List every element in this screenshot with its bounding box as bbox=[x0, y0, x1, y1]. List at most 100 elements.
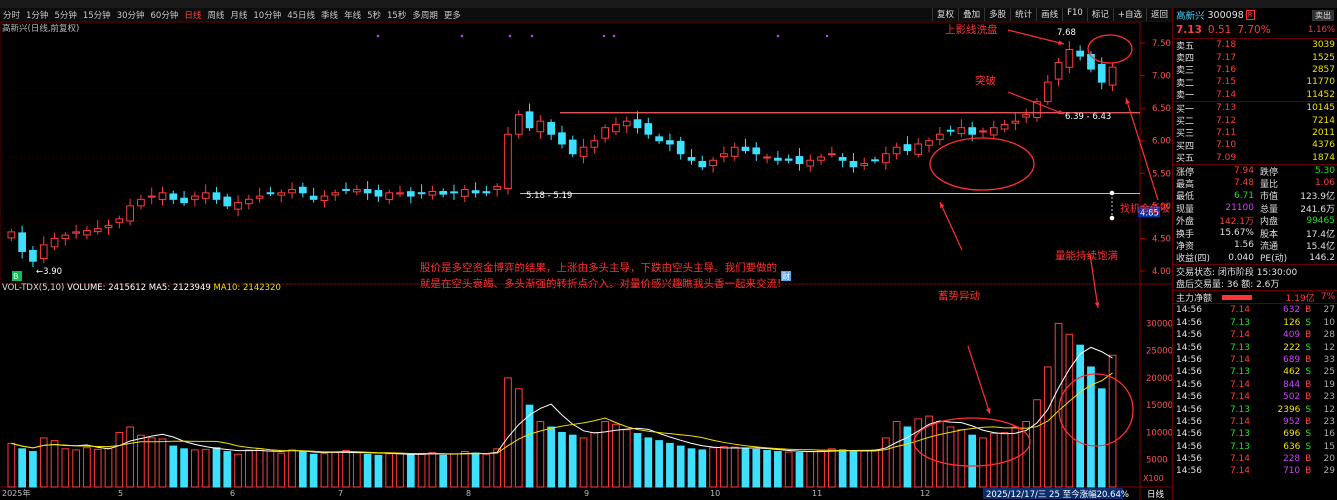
low-price-label: ←3.90 bbox=[36, 267, 62, 277]
volume-axis-label: 5000 bbox=[1146, 456, 1168, 466]
period-tab-0[interactable]: 分时 bbox=[0, 9, 23, 21]
candle-body bbox=[612, 123, 620, 133]
candle-body bbox=[601, 127, 609, 139]
candle-body bbox=[385, 192, 394, 200]
volume-bar bbox=[352, 452, 361, 488]
stat-label: 收益(四) bbox=[1176, 254, 1211, 265]
bid-volume: 10145 bbox=[1306, 103, 1335, 114]
candle-body bbox=[989, 127, 998, 136]
period-tab-8[interactable]: 月线 bbox=[227, 9, 250, 21]
candle-body bbox=[838, 157, 847, 161]
candle-body bbox=[396, 192, 404, 195]
candle-body bbox=[147, 195, 156, 198]
stock-name: 高新兴 bbox=[1176, 11, 1205, 22]
vol-ma10: MA10: 2142320 bbox=[213, 283, 281, 293]
sell-button[interactable]: 卖出 bbox=[1312, 9, 1334, 21]
stats-row: 外盘 142.1万 内盘 99465 bbox=[1173, 214, 1337, 228]
period-tab-7[interactable]: 周线 bbox=[204, 9, 227, 21]
tick-price: 7.14 bbox=[1229, 416, 1250, 427]
period-tab-15[interactable]: 多周期 bbox=[409, 9, 441, 21]
period-tab-6[interactable]: 日线 bbox=[181, 9, 204, 21]
volume-bar bbox=[784, 451, 793, 488]
candle-body bbox=[331, 192, 340, 196]
bid-price: 7.10 bbox=[1216, 140, 1237, 151]
candle-body bbox=[881, 153, 890, 164]
stat-value: 7.48 bbox=[1233, 178, 1254, 189]
tool-button-5[interactable]: F10 bbox=[1062, 8, 1087, 21]
tick-side: S bbox=[1305, 429, 1312, 440]
period-tab-12[interactable]: 年线 bbox=[341, 9, 364, 21]
bid-label: 买四 bbox=[1176, 141, 1195, 152]
tool-button-2[interactable]: 多股 bbox=[984, 8, 1010, 21]
ask-row: 卖三 7.16 2857 bbox=[1173, 64, 1337, 77]
candle-body bbox=[298, 186, 307, 194]
event-dot bbox=[460, 34, 464, 38]
arrow-vol-full-head bbox=[1094, 302, 1100, 308]
tool-buttons: 复权 叠加 多股 统计 画线 F10 标记 +自选 返回 bbox=[932, 8, 1172, 21]
candle-body bbox=[514, 114, 523, 135]
trade-state-text: 交易状态: 闭市阶段 15:30:00 bbox=[1176, 267, 1298, 278]
volume-unit: X100 bbox=[1143, 474, 1164, 483]
stat-label: 最高 bbox=[1176, 180, 1195, 190]
stats-row: 收益(四) 0.040 PE(动) 146.2 bbox=[1173, 252, 1337, 265]
month-tick: 10 bbox=[710, 489, 720, 498]
candle-body bbox=[1022, 114, 1031, 118]
price-axis-label: 7.00 bbox=[1152, 72, 1171, 82]
volume-axis-label: 25000 bbox=[1146, 347, 1172, 357]
r-tag: R bbox=[1245, 10, 1255, 20]
volume-bar bbox=[741, 448, 750, 488]
candle-body bbox=[806, 159, 815, 167]
ask-row: 卖一 7.14 11452 bbox=[1173, 89, 1337, 102]
tick-row: 14:56 7.14 710 B 29 bbox=[1173, 465, 1337, 477]
tool-button-4[interactable]: 画线 bbox=[1036, 8, 1062, 21]
volume-bar bbox=[676, 445, 685, 488]
volume-indicator-info: VOL-TDX(5,10) VOLUME: 2415612 MA5: 21239… bbox=[2, 283, 281, 293]
bid-row: 买三 7.11 2011 bbox=[1173, 127, 1337, 140]
volume-bar bbox=[191, 449, 199, 488]
tick-time: 14:56 bbox=[1176, 441, 1202, 452]
tool-button-3[interactable]: 统计 bbox=[1010, 8, 1036, 21]
date-label: 2025/12/17/三 25 至今涨幅20.64% bbox=[986, 489, 1129, 500]
candle-body bbox=[191, 195, 199, 200]
period-tab-2[interactable]: 5分钟 bbox=[51, 9, 79, 21]
candle-body bbox=[158, 192, 167, 200]
candle-body bbox=[417, 192, 426, 195]
guide-dot-top bbox=[1109, 190, 1115, 196]
volume-bar bbox=[396, 452, 404, 488]
candle-body bbox=[126, 205, 134, 222]
tick-row: 14:56 7.14 952 B 23 bbox=[1173, 416, 1337, 428]
tool-button-8[interactable]: 返回 bbox=[1145, 8, 1172, 21]
tick-volume: 228 bbox=[1282, 454, 1301, 465]
period-tab-9[interactable]: 10分钟 bbox=[250, 9, 284, 21]
period-tab-3[interactable]: 15分钟 bbox=[80, 9, 114, 21]
price-axis-label: 6.00 bbox=[1152, 137, 1171, 147]
tool-button-1[interactable]: 叠加 bbox=[958, 8, 984, 21]
candle-body bbox=[61, 234, 70, 239]
period-tab-10[interactable]: 45日线 bbox=[284, 9, 318, 21]
period-tab-5[interactable]: 60分钟 bbox=[148, 9, 182, 21]
period-tab-13[interactable]: 5秒 bbox=[364, 9, 384, 21]
tool-button-6[interactable]: 标记 bbox=[1086, 8, 1113, 21]
volume-bar bbox=[590, 431, 599, 488]
tool-button-7[interactable]: +自选 bbox=[1112, 8, 1146, 21]
stat-label: 流通 bbox=[1260, 241, 1279, 252]
period-tab-4[interactable]: 30分钟 bbox=[114, 9, 148, 21]
annotation-accumulate: 蓄势异动 bbox=[938, 290, 980, 302]
volume-bar bbox=[115, 431, 124, 488]
period-tab-1[interactable]: 1分钟 bbox=[23, 9, 51, 21]
period-tab-16[interactable]: 更多 bbox=[441, 9, 464, 21]
main-flow-value: 1.19亿 bbox=[1285, 293, 1315, 304]
arrow-top-shadow bbox=[1007, 29, 1065, 45]
tick-time: 14:56 bbox=[1176, 454, 1202, 465]
tick-side: S bbox=[1305, 441, 1312, 452]
period-tab-11[interactable]: 季线 bbox=[318, 9, 341, 21]
volume-bar bbox=[385, 453, 394, 488]
tool-button-0[interactable]: 复权 bbox=[932, 8, 958, 21]
stat-value: 123.9亿 bbox=[1300, 192, 1335, 203]
quote-header: 高新兴 300098 R 卖出 bbox=[1173, 8, 1337, 22]
candle-body bbox=[439, 191, 448, 195]
ask-volume: 11770 bbox=[1306, 77, 1335, 88]
volume-bar bbox=[234, 453, 242, 488]
period-tab-14[interactable]: 15秒 bbox=[384, 9, 409, 21]
volume-bar bbox=[849, 451, 858, 488]
